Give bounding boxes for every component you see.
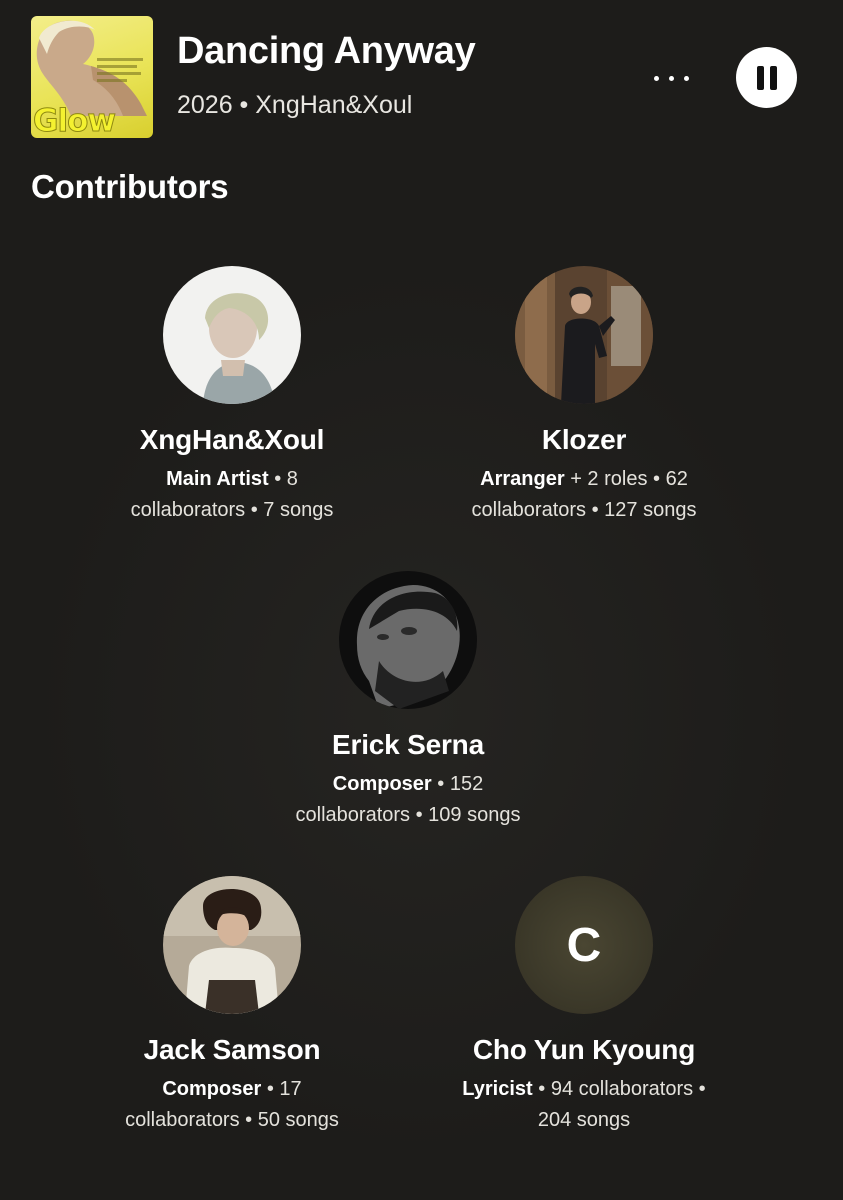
contributor-stats: collaborators • 50 songs — [125, 1109, 339, 1131]
contributor-stats: • 17 — [261, 1078, 302, 1100]
track-title[interactable]: Dancing Anyway — [177, 30, 476, 73]
contributor-name: Jack Samson — [143, 1034, 321, 1065]
contributor-card[interactable]: C Cho Yun Kyoung Lyricist • 94 collabora… — [434, 876, 734, 1136]
contributor-name: Erick Serna — [332, 729, 484, 760]
contributor-stats: • 8 — [268, 468, 298, 490]
contributor-stats: 204 songs — [537, 1109, 631, 1131]
contributor-card[interactable]: XngHan&Xoul Main Artist • 8 collaborator… — [82, 266, 382, 526]
more-horizontal-icon — [653, 75, 659, 81]
pause-icon — [756, 65, 764, 90]
contributor-stats: collaborators • 109 songs — [295, 804, 521, 826]
album-cover[interactable]: Glow — [31, 16, 153, 138]
contributor-avatar — [339, 571, 477, 709]
track-meta[interactable]: 2026 • XngHan&Xoul — [177, 91, 412, 120]
contributor-name: Klozer — [541, 424, 627, 455]
contributor-details: Lyricist • 94 collaborators • 204 songs — [434, 1074, 734, 1136]
more-horizontal-icon — [683, 75, 689, 81]
contributor-card[interactable]: Erick Serna Composer • 152 collaborators… — [258, 571, 558, 831]
contributor-name: Cho Yun Kyoung — [472, 1034, 696, 1065]
contributor-avatar — [163, 876, 301, 1014]
contributor-role: Arranger — [480, 468, 565, 490]
contributor-stats: collaborators • 7 songs — [130, 499, 334, 521]
contributor-stats: + 2 roles • 62 — [564, 468, 688, 490]
contributor-avatar — [163, 266, 301, 404]
contributor-role: Lyricist — [462, 1078, 533, 1100]
contributor-stats: • 94 collaborators • — [532, 1078, 706, 1100]
contributor-details: Main Artist • 8 collaborators • 7 songs — [82, 464, 382, 526]
more-horizontal-icon — [668, 75, 674, 81]
more-options-button[interactable] — [645, 63, 697, 93]
contributor-role: Main Artist — [166, 468, 269, 490]
pause-button[interactable] — [736, 47, 797, 108]
contributor-avatar-letter: C — [515, 876, 653, 1014]
contributor-stats: collaborators • 127 songs — [471, 499, 697, 521]
contributor-role: Composer — [332, 773, 432, 795]
now-playing-header: Glow Dancing Anyway 2026 • XngHan&Xoul — [0, 0, 843, 160]
contributor-card[interactable]: Klozer Arranger + 2 roles • 62 collabora… — [434, 266, 734, 526]
contributor-name: XngHan&Xoul — [139, 424, 325, 455]
contributor-details: Composer • 152 collaborators • 109 songs — [258, 769, 558, 831]
contributor-card[interactable]: Jack Samson Composer • 17 collaborators … — [82, 876, 382, 1136]
pause-icon — [769, 65, 777, 90]
contributor-avatar — [515, 266, 653, 404]
album-cover-title: Glow — [32, 103, 116, 138]
section-title: Contributors — [31, 168, 229, 205]
contributor-role: Composer — [162, 1078, 262, 1100]
contributor-details: Arranger + 2 roles • 62 collaborators • … — [434, 464, 734, 526]
contributor-stats: • 152 — [431, 773, 484, 795]
contributor-details: Composer • 17 collaborators • 50 songs — [82, 1074, 382, 1136]
